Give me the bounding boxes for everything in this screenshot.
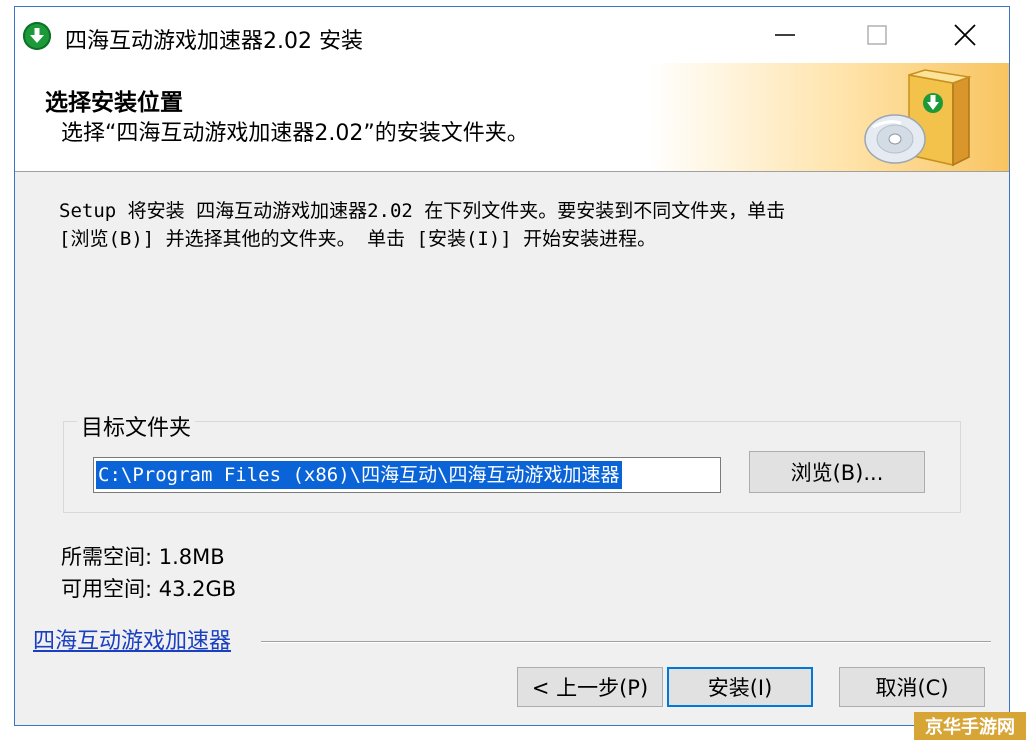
- window-title: 四海互动游戏加速器2.02 安装: [65, 29, 363, 54]
- footer-divider: [261, 641, 991, 643]
- install-path-input[interactable]: C:\Program Files (x86)\四海互动\四海互动游戏加速器: [93, 457, 721, 493]
- intro-line-2: [浏览(B)] 并选择其他的文件夹。 单击 [安装(I)] 开始安装进程。: [59, 228, 657, 250]
- maximize-icon: [867, 25, 887, 45]
- cancel-button[interactable]: 取消(C): [839, 667, 985, 707]
- installer-disc-box-icon: [864, 69, 972, 167]
- close-button[interactable]: [919, 7, 1011, 63]
- browse-button[interactable]: 浏览(B)...: [749, 451, 925, 493]
- page-header: 选择安装位置 选择“四海互动游戏加速器2.02”的安装文件夹。: [15, 63, 1009, 172]
- install-button[interactable]: 安装(I): [667, 667, 813, 707]
- watermark-badge: 京华手游网: [914, 712, 1026, 740]
- page-title: 选择安装位置: [45, 90, 183, 116]
- close-icon: [954, 24, 976, 46]
- installer-window: 四海互动游戏加速器2.02 安装 选择安装位置 选择“四海互动游戏加速器2.02…: [14, 6, 1010, 726]
- intro-text: Setup 将安装 四海互动游戏加速器2.02 在下列文件夹。要安装到不同文件夹…: [59, 197, 969, 253]
- minimize-icon: [775, 34, 795, 36]
- destination-legend: 目标文件夹: [77, 410, 196, 442]
- install-path-value: C:\Program Files (x86)\四海互动\四海互动游戏加速器: [96, 461, 622, 489]
- back-button[interactable]: < 上一步(P): [517, 667, 663, 707]
- space-available: 可用空间: 43.2GB: [61, 577, 237, 601]
- brand-link[interactable]: 四海互动游戏加速器: [33, 623, 231, 655]
- space-required: 所需空间: 1.8MB: [61, 545, 225, 569]
- intro-line-1: Setup 将安装 四海互动游戏加速器2.02 在下列文件夹。要安装到不同文件夹…: [59, 200, 786, 222]
- download-arrow-icon: [23, 22, 51, 50]
- minimize-button[interactable]: [739, 7, 831, 63]
- maximize-button[interactable]: [831, 7, 923, 63]
- page-subtitle: 选择“四海互动游戏加速器2.02”的安装文件夹。: [61, 121, 529, 146]
- title-bar[interactable]: 四海互动游戏加速器2.02 安装: [15, 7, 1009, 63]
